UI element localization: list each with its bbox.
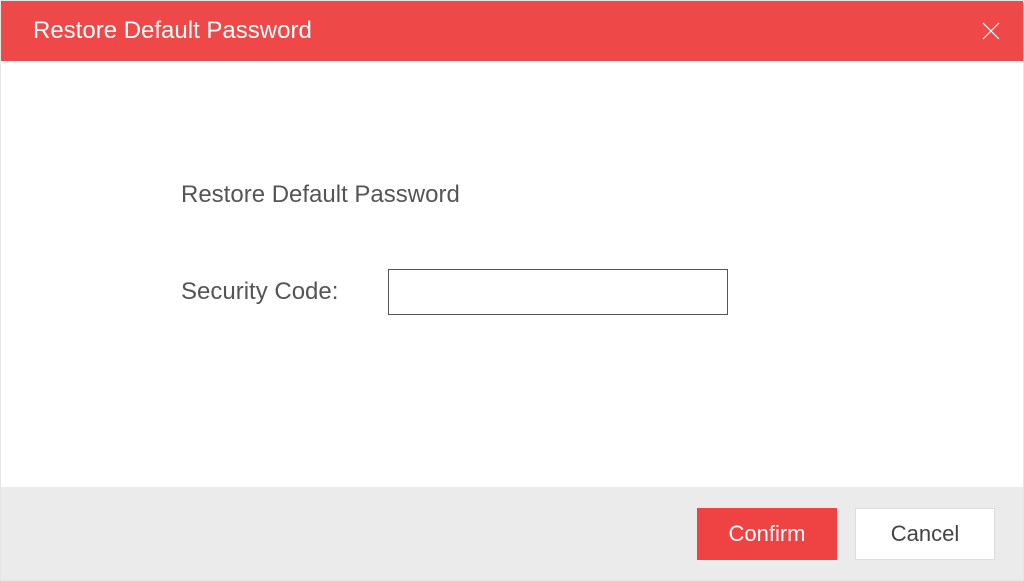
- security-code-label: Security Code:: [181, 278, 338, 306]
- body-heading: Restore Default Password: [181, 181, 1023, 209]
- dialog-title: Restore Default Password: [33, 17, 312, 45]
- confirm-button[interactable]: Confirm: [697, 508, 837, 560]
- title-bar: Restore Default Password: [1, 1, 1023, 61]
- dialog-body: Restore Default Password Security Code:: [1, 61, 1023, 487]
- cancel-button[interactable]: Cancel: [855, 508, 995, 560]
- security-code-row: Security Code:: [181, 269, 1023, 315]
- close-icon[interactable]: [981, 21, 1001, 41]
- dialog-footer: Confirm Cancel: [1, 487, 1023, 580]
- security-code-input[interactable]: [388, 269, 728, 315]
- restore-password-dialog: Restore Default Password Restore Default…: [0, 0, 1024, 581]
